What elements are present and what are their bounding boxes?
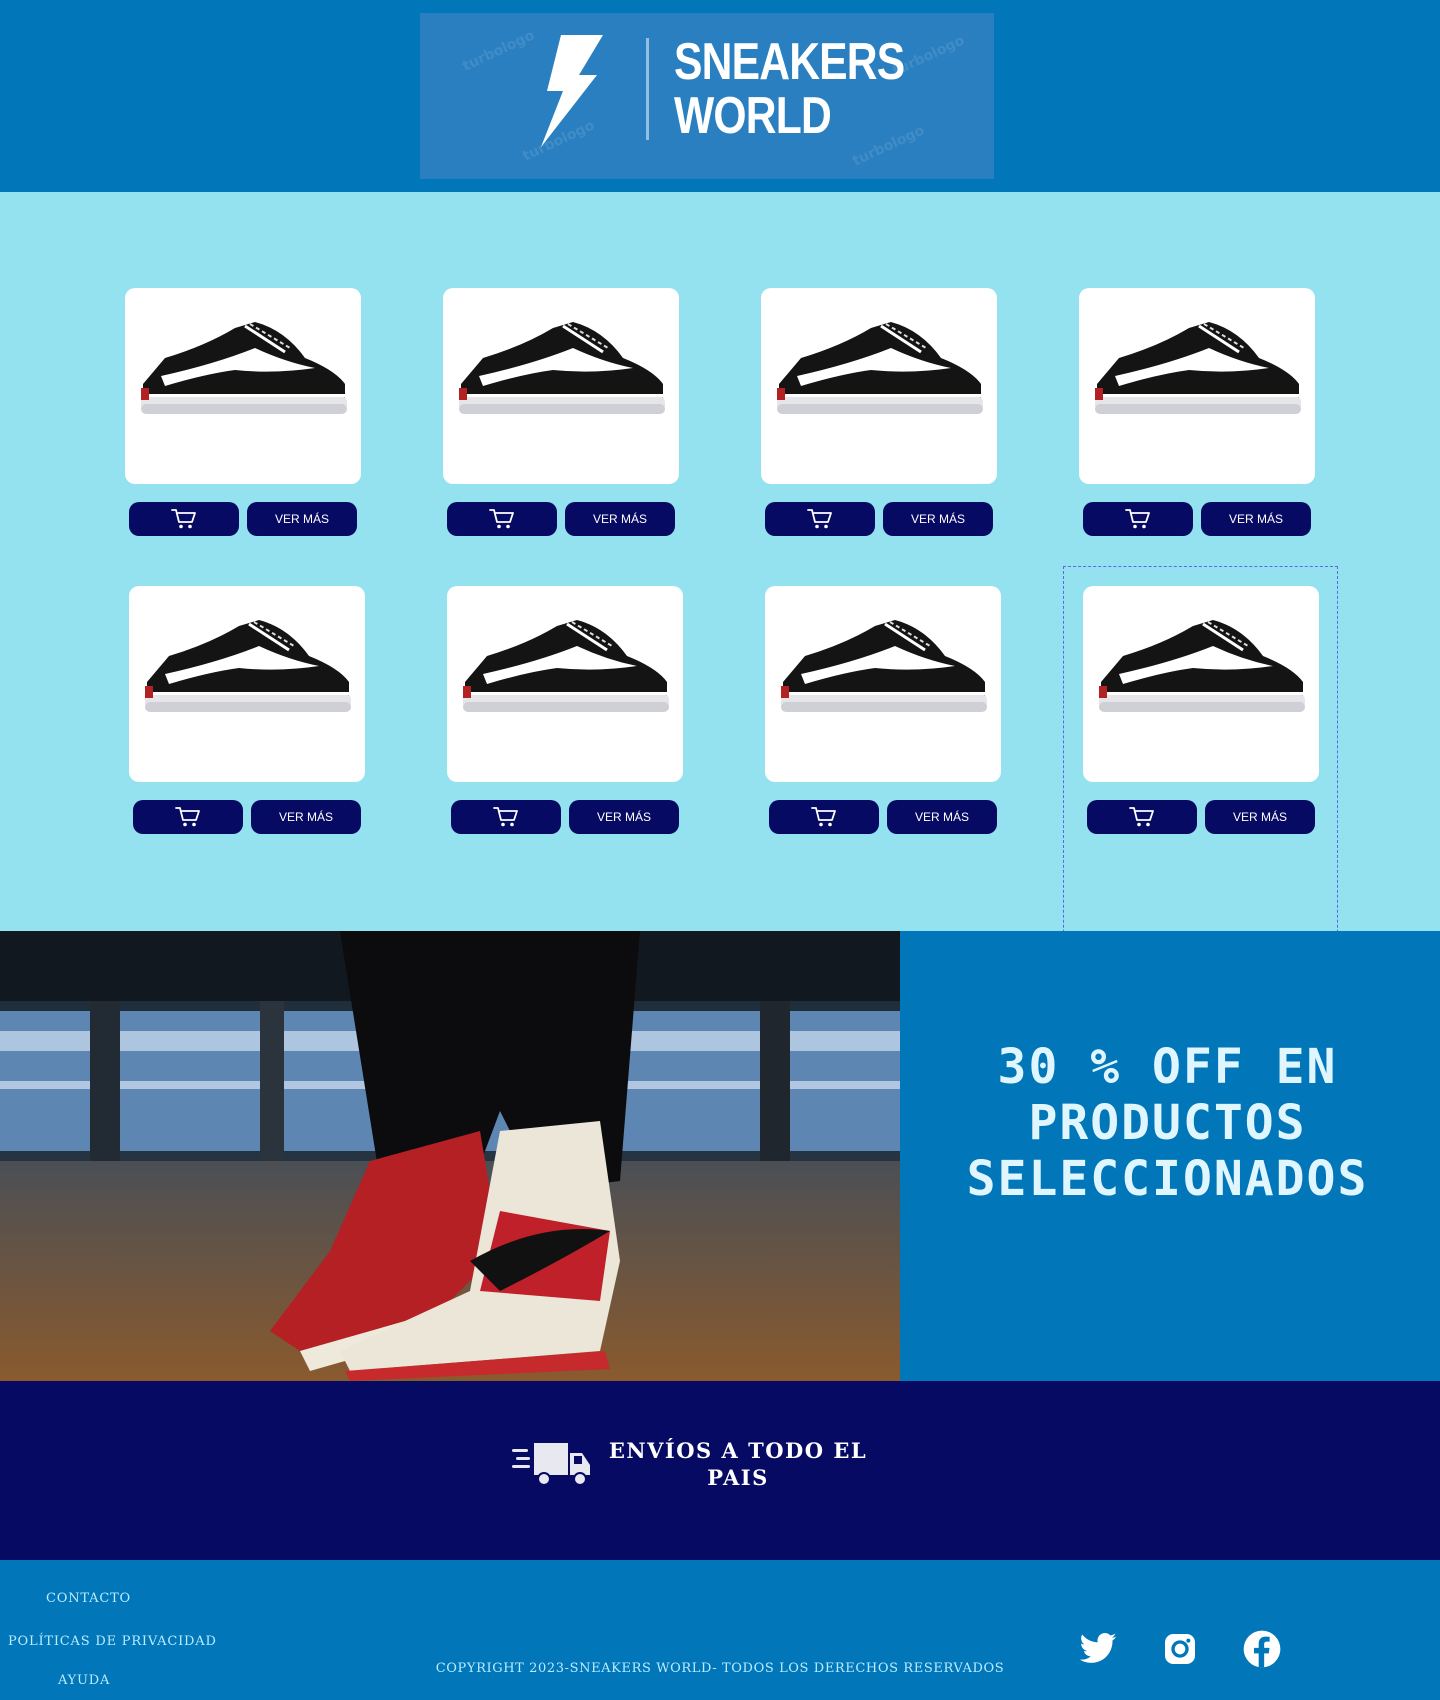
logo-wordmark: SNEAKERS WORLD <box>674 33 905 145</box>
product-image[interactable] <box>1079 288 1315 484</box>
shipping-line1: ENVÍOS A TODO EL <box>608 1438 868 1463</box>
product-image[interactable] <box>125 288 361 484</box>
lightning-bolt-icon <box>541 35 603 147</box>
facebook-icon[interactable] <box>1242 1629 1282 1669</box>
shipping-text: ENVÍOS A TODO EL PAIS <box>608 1437 868 1491</box>
cart-icon <box>171 509 196 529</box>
twitter-icon[interactable] <box>1078 1629 1118 1669</box>
sneaker-image <box>1099 620 1305 712</box>
product-actions: VER MÁS <box>765 502 993 536</box>
cart-icon <box>807 509 832 529</box>
product-actions: VER MÁS <box>129 502 357 536</box>
truck-icon <box>512 1443 590 1486</box>
add-to-cart-button[interactable] <box>769 800 879 834</box>
promo-line3: SELECCIONADOS <box>966 1151 1369 1207</box>
product-card: VER MÁS <box>765 586 1001 834</box>
product-actions: VER MÁS <box>1083 502 1311 536</box>
site-header: turbologo turbologo turbologo turbologo … <box>0 0 1440 192</box>
add-to-cart-button[interactable] <box>447 502 557 536</box>
add-to-cart-button[interactable] <box>129 502 239 536</box>
sneaker-image <box>781 620 987 712</box>
product-card: VER MÁS <box>129 586 365 834</box>
product-image[interactable] <box>761 288 997 484</box>
product-image[interactable] <box>447 586 683 782</box>
promo-photo <box>0 931 900 1381</box>
promo-banner: 30 % OFF EN PRODUCTOS SELECCIONADOS <box>0 931 1440 1381</box>
see-more-button[interactable]: VER MÁS <box>887 800 997 834</box>
cart-icon <box>1129 807 1154 827</box>
cart-icon <box>489 509 514 529</box>
promo-line1: 30 % OFF EN <box>997 1039 1338 1095</box>
products-grid: VER MÁS VER MÁS VER MÁS VER MÁS VER MÁS … <box>0 192 1440 931</box>
logo-divider <box>646 38 649 140</box>
promo-heading: 30 % OFF EN PRODUCTOS SELECCIONADOS <box>930 1039 1405 1207</box>
logo-line1: SNEAKERS <box>674 33 905 91</box>
see-more-button[interactable]: VER MÁS <box>1205 800 1315 834</box>
product-actions: VER MÁS <box>447 502 675 536</box>
cart-icon <box>493 807 518 827</box>
product-card: VER MÁS <box>125 288 361 536</box>
see-more-button[interactable]: VER MÁS <box>247 502 357 536</box>
shipping-line2: PAIS <box>707 1465 769 1490</box>
product-card: VER MÁS <box>761 288 997 536</box>
cart-icon <box>811 807 836 827</box>
logo-watermark: turbologo <box>460 27 538 75</box>
add-to-cart-button[interactable] <box>451 800 561 834</box>
sneaker-image <box>459 322 665 414</box>
sneaker-image <box>145 620 351 712</box>
add-to-cart-button[interactable] <box>1083 502 1193 536</box>
promo-line2: PRODUCTOS <box>1028 1095 1307 1151</box>
add-to-cart-button[interactable] <box>133 800 243 834</box>
see-more-button[interactable]: VER MÁS <box>565 502 675 536</box>
product-card: VER MÁS <box>1079 288 1315 536</box>
site-footer: CONTACTO POLÍTICAS DE PRIVACIDAD AYUDA C… <box>0 1560 1440 1700</box>
product-actions: VER MÁS <box>769 800 997 834</box>
add-to-cart-button[interactable] <box>1087 800 1197 834</box>
sneaker-image <box>463 620 669 712</box>
see-more-button[interactable]: VER MÁS <box>251 800 361 834</box>
see-more-button[interactable]: VER MÁS <box>883 502 993 536</box>
product-image[interactable] <box>443 288 679 484</box>
footer-link-privacy[interactable]: POLÍTICAS DE PRIVACIDAD <box>8 1634 217 1649</box>
footer-link-help[interactable]: AYUDA <box>58 1673 110 1688</box>
product-image[interactable] <box>129 586 365 782</box>
product-image[interactable] <box>765 586 1001 782</box>
logo-line2: WORLD <box>674 87 832 145</box>
sneaker-image <box>1095 322 1301 414</box>
sneaker-image <box>141 322 347 414</box>
copyright-text: COPYRIGHT 2023-SNEAKERS WORLD- TODOS LOS… <box>435 1661 1005 1676</box>
footer-link-contact[interactable]: CONTACTO <box>46 1591 131 1606</box>
product-card: VER MÁS <box>1083 586 1319 834</box>
see-more-button[interactable]: VER MÁS <box>1201 502 1311 536</box>
product-image[interactable] <box>1083 586 1319 782</box>
product-card: VER MÁS <box>443 288 679 536</box>
cart-icon <box>1125 509 1150 529</box>
product-actions: VER MÁS <box>451 800 679 834</box>
product-card: VER MÁS <box>447 586 683 834</box>
product-actions: VER MÁS <box>1087 800 1315 834</box>
instagram-icon[interactable] <box>1160 1629 1200 1669</box>
sneaker-image <box>777 322 983 414</box>
shipping-banner: ENVÍOS A TODO EL PAIS <box>0 1381 1440 1560</box>
cart-icon <box>175 807 200 827</box>
see-more-button[interactable]: VER MÁS <box>569 800 679 834</box>
add-to-cart-button[interactable] <box>765 502 875 536</box>
product-actions: VER MÁS <box>133 800 361 834</box>
site-logo[interactable]: turbologo turbologo turbologo turbologo … <box>420 13 994 179</box>
